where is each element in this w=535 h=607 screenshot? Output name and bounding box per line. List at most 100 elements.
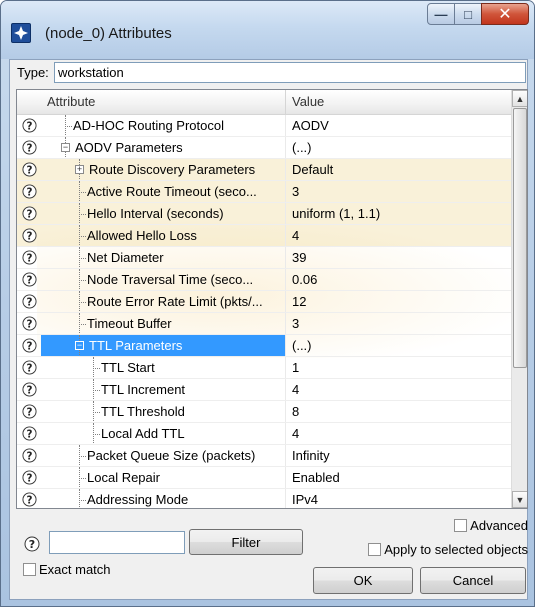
advanced-checkbox[interactable]: Advanced [454, 518, 528, 533]
caption-buttons: — □ ✕ [427, 3, 529, 29]
attribute-row[interactable]: ? Net Diameter 39 [17, 247, 511, 269]
header-separator[interactable] [285, 90, 286, 115]
attribute-value[interactable]: 0.06 [292, 269, 510, 290]
filter-button[interactable]: Filter [189, 529, 303, 555]
attribute-value[interactable]: 4 [292, 423, 510, 444]
help-icon[interactable]: ? [22, 426, 37, 441]
collapse-icon[interactable]: − [61, 143, 70, 152]
help-icon[interactable]: ? [24, 536, 40, 552]
scroll-thumb[interactable] [513, 108, 527, 368]
attribute-name-cell[interactable]: AD-HOC Routing Protocol [41, 115, 285, 136]
attribute-name-cell[interactable]: Local Add TTL [41, 423, 285, 444]
minimize-button[interactable]: — [427, 3, 455, 25]
filter-input[interactable] [49, 531, 185, 554]
help-icon[interactable]: ? [22, 228, 37, 243]
help-icon[interactable]: ? [22, 338, 37, 353]
help-icon[interactable]: ? [22, 404, 37, 419]
attribute-name-cell[interactable]: Packet Queue Size (packets) [41, 445, 285, 466]
attribute-row[interactable]: ? TTL Threshold 8 [17, 401, 511, 423]
attribute-name-cell[interactable]: Allowed Hello Loss [41, 225, 285, 246]
attribute-row[interactable]: ? Node Traversal Time (seco... 0.06 [17, 269, 511, 291]
attribute-value[interactable]: 4 [292, 225, 510, 246]
attribute-row[interactable]: ? Addressing Mode IPv4 [17, 489, 511, 508]
help-icon[interactable]: ? [22, 448, 37, 463]
attribute-row[interactable]: ? − AODV Parameters (...) [17, 137, 511, 159]
exact-match-checkbox[interactable]: Exact match [23, 562, 111, 577]
attribute-value[interactable]: 39 [292, 247, 510, 268]
attribute-name: TTL Parameters [89, 338, 183, 353]
attribute-name-cell[interactable]: Hello Interval (seconds) [41, 203, 285, 224]
attribute-value[interactable]: Default [292, 159, 510, 180]
attribute-row[interactable]: ? − TTL Parameters (...) [17, 335, 511, 357]
attribute-name-cell[interactable]: − AODV Parameters [41, 137, 285, 158]
help-icon[interactable]: ? [22, 272, 37, 287]
help-icon[interactable]: ? [22, 118, 37, 133]
attribute-name-cell[interactable]: TTL Start [41, 357, 285, 378]
attribute-row[interactable]: ? AD-HOC Routing Protocol AODV [17, 115, 511, 137]
attribute-name-cell[interactable]: Local Repair [41, 467, 285, 488]
attribute-row[interactable]: ? Allowed Hello Loss 4 [17, 225, 511, 247]
collapse-icon[interactable]: − [75, 341, 84, 350]
attribute-row[interactable]: ? TTL Start 1 [17, 357, 511, 379]
header-attribute[interactable]: Attribute [47, 94, 297, 109]
attribute-value[interactable]: (...) [292, 137, 510, 158]
attribute-row[interactable]: ? TTL Increment 4 [17, 379, 511, 401]
help-icon[interactable]: ? [22, 184, 37, 199]
attribute-value[interactable]: (...) [292, 335, 510, 356]
help-icon[interactable]: ? [22, 250, 37, 265]
close-button[interactable]: ✕ [481, 3, 529, 25]
help-icon[interactable]: ? [22, 140, 37, 155]
attribute-row[interactable]: ? + Route Discovery Parameters Default [17, 159, 511, 181]
attribute-value[interactable]: AODV [292, 115, 510, 136]
help-icon[interactable]: ? [22, 360, 37, 375]
expand-icon[interactable]: + [75, 165, 84, 174]
scroll-down-button[interactable]: ▼ [512, 491, 527, 508]
cancel-button[interactable]: Cancel [420, 567, 526, 594]
attribute-row[interactable]: ? Local Add TTL 4 [17, 423, 511, 445]
exact-match-checkbox-box[interactable] [23, 563, 36, 576]
attribute-value[interactable]: 4 [292, 379, 510, 400]
scroll-up-button[interactable]: ▲ [512, 90, 527, 107]
help-icon[interactable]: ? [22, 470, 37, 485]
attribute-value[interactable]: Infinity [292, 445, 510, 466]
type-field[interactable] [54, 62, 526, 83]
ok-button[interactable]: OK [313, 567, 413, 594]
header-value[interactable]: Value [292, 94, 324, 109]
vertical-scrollbar[interactable]: ▲ ▼ [511, 90, 527, 508]
attribute-row[interactable]: ? Route Error Rate Limit (pkts/... 12 [17, 291, 511, 313]
attribute-name-cell[interactable]: + Route Discovery Parameters [41, 159, 285, 180]
attribute-value[interactable]: 3 [292, 313, 510, 334]
maximize-button[interactable]: □ [454, 3, 482, 25]
attribute-value[interactable]: 12 [292, 291, 510, 312]
attribute-name-cell[interactable]: Node Traversal Time (seco... [41, 269, 285, 290]
apply-checkbox-box[interactable] [368, 543, 382, 556]
attribute-value[interactable]: Enabled [292, 467, 510, 488]
attribute-row[interactable]: ? Hello Interval (seconds) uniform (1, 1.1… [17, 203, 511, 225]
attribute-name-cell[interactable]: Addressing Mode [41, 489, 285, 508]
attribute-value[interactable]: 8 [292, 401, 510, 422]
attribute-name-cell[interactable]: Active Route Timeout (seco... [41, 181, 285, 202]
help-icon[interactable]: ? [22, 316, 37, 331]
attribute-name-cell[interactable]: − TTL Parameters [41, 335, 285, 356]
attribute-value[interactable]: uniform (1, 1.1) [292, 203, 510, 224]
help-icon[interactable]: ? [22, 162, 37, 177]
attribute-name-cell[interactable]: Route Error Rate Limit (pkts/... [41, 291, 285, 312]
attribute-name-cell[interactable]: Timeout Buffer [41, 313, 285, 334]
help-icon[interactable]: ? [22, 206, 37, 221]
title-bar[interactable]: (node_0) Attributes — □ ✕ [1, 1, 534, 59]
attribute-row[interactable]: ? Local Repair Enabled [17, 467, 511, 489]
advanced-checkbox-box[interactable] [454, 519, 468, 532]
attribute-row[interactable]: ? Packet Queue Size (packets) Infinity [17, 445, 511, 467]
attribute-value[interactable]: 1 [292, 357, 510, 378]
attribute-name-cell[interactable]: TTL Increment [41, 379, 285, 400]
attribute-name-cell[interactable]: TTL Threshold [41, 401, 285, 422]
help-icon[interactable]: ? [22, 294, 37, 309]
attribute-value[interactable]: IPv4 [292, 489, 510, 508]
help-icon[interactable]: ? [22, 492, 37, 507]
help-icon[interactable]: ? [22, 382, 37, 397]
attribute-name-cell[interactable]: Net Diameter [41, 247, 285, 268]
attribute-row[interactable]: ? Timeout Buffer 3 [17, 313, 511, 335]
attribute-row[interactable]: ? Active Route Timeout (seco... 3 [17, 181, 511, 203]
attribute-value[interactable]: 3 [292, 181, 510, 202]
apply-to-selected-checkbox[interactable]: Apply to selected objects [368, 542, 528, 557]
